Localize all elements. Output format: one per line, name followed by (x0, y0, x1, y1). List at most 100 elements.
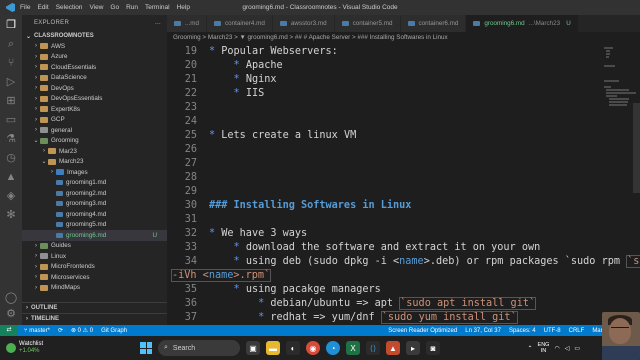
encoding[interactable]: UTF-8 (544, 328, 561, 334)
excel-icon[interactable]: X (346, 341, 360, 355)
menu-edit[interactable]: Edit (37, 4, 48, 11)
tree-item[interactable]: ⌄ Grooming (22, 136, 167, 147)
menu-view[interactable]: View (89, 4, 103, 11)
end-of-line[interactable]: CRLF (569, 328, 585, 334)
cursor-position[interactable]: Ln 37, Col 37 (465, 328, 501, 334)
tree-item[interactable]: › Microservices (22, 272, 167, 283)
file-explorer-icon[interactable]: ▬ (266, 341, 280, 355)
tree-item[interactable]: › general (22, 125, 167, 136)
language-indicator[interactable]: ENG IN (538, 342, 550, 354)
code-line[interactable]: 32 * We have 3 ways (167, 227, 640, 241)
editor-tab[interactable]: grooming6.md ...\March23 U (466, 15, 579, 32)
tree-item[interactable]: grooming5.md (22, 220, 167, 231)
code-line[interactable]: 24 (167, 115, 640, 129)
git-graph-button[interactable]: Git Graph (101, 328, 127, 334)
search-icon[interactable]: ⌕ (4, 37, 18, 51)
code-line[interactable]: 27 (167, 157, 640, 171)
screen-reader-status[interactable]: Screen Reader Optimized (388, 328, 457, 334)
tree-item[interactable]: › DevOpsEssentials (22, 94, 167, 105)
tree-item[interactable]: › Azure (22, 52, 167, 63)
code-line[interactable]: 28 (167, 171, 640, 185)
code-line[interactable]: 37 * redhat => yum/dnf `sudo yum install… (167, 311, 640, 325)
tree-item[interactable]: › MindMaps (22, 283, 167, 294)
explorer-icon[interactable]: ❐ (4, 18, 18, 32)
menu-help[interactable]: Help (177, 4, 190, 11)
editor-tab[interactable]: container6.md (400, 15, 467, 32)
kubernetes-icon[interactable]: ✻ (4, 208, 18, 222)
remote-indicator-icon[interactable]: ⇄ (0, 325, 18, 336)
code-line[interactable]: 35 * using pacakge managers (167, 283, 640, 297)
code-line[interactable]: 22 * IIS (167, 87, 640, 101)
chrome-icon[interactable]: ◉ (306, 341, 320, 355)
code-line[interactable]: 26 (167, 143, 640, 157)
menu-file[interactable]: File (20, 4, 30, 11)
timeline-section[interactable]: › TIMELINE (22, 313, 167, 324)
branch-indicator[interactable]: ⑂ master* (24, 328, 50, 334)
tree-item[interactable]: grooming4.md (22, 209, 167, 220)
watchlist-widget[interactable]: Watchlist +1.04% (0, 341, 100, 355)
manage-gear-icon[interactable]: ⚙ (4, 307, 18, 321)
vscode-taskbar-icon[interactable]: ⟨⟩ (366, 341, 380, 355)
problems-indicator[interactable]: ⊗ 0 ⚠ 0 (71, 327, 93, 334)
battery-icon[interactable]: ▭ (574, 345, 580, 352)
code-line[interactable]: 30 ### Installing Softwares in Linux (167, 199, 640, 213)
terminal-icon[interactable]: ▸ (406, 341, 420, 355)
code-line[interactable]: 33 * download the software and extract i… (167, 241, 640, 255)
code-line[interactable]: 34 * using deb (sudo dpkg -i <name>.deb)… (167, 255, 640, 269)
tree-item[interactable]: › CloudEssentials (22, 62, 167, 73)
remote-explorer-icon[interactable]: ▭ (4, 113, 18, 127)
volume-icon[interactable]: ◁ (565, 345, 570, 352)
menu-run[interactable]: Run (126, 4, 138, 11)
tree-item[interactable]: grooming3.md (22, 199, 167, 210)
tree-item[interactable]: › Linux (22, 251, 167, 262)
tree-item[interactable]: grooming6.md U (22, 230, 167, 241)
code-line[interactable]: 25 * Lets create a linux VM (167, 129, 640, 143)
source-control-icon[interactable]: ⑂ (4, 56, 18, 70)
docker-icon[interactable]: ◈ (4, 189, 18, 203)
tree-item[interactable]: › Guides (22, 241, 167, 252)
tree-item[interactable]: › ExpertK8s (22, 104, 167, 115)
code-line[interactable]: 36 * debian/ubuntu => apt `sudo apt inst… (167, 297, 640, 311)
task-view-icon[interactable]: ▣ (246, 341, 260, 355)
tray-chevron-icon[interactable]: ⌃ (528, 345, 533, 352)
edge-icon[interactable]: ◔ (326, 341, 340, 355)
code-line[interactable]: 31 (167, 213, 640, 227)
code-line[interactable]: 21 * Nginx (167, 73, 640, 87)
indentation[interactable]: Spaces: 4 (509, 328, 536, 334)
code-line[interactable]: 20 * Apache (167, 59, 640, 73)
editor-tab[interactable]: container5.md (334, 15, 401, 32)
tree-item[interactable]: › DevOps (22, 83, 167, 94)
tree-item[interactable]: grooming2.md (22, 188, 167, 199)
editor-tab[interactable]: ...md (167, 15, 207, 32)
tree-item[interactable]: › AWS (22, 41, 167, 52)
tree-item[interactable]: › MicroFrontends (22, 262, 167, 273)
sync-icon[interactable]: ⟳ (58, 327, 63, 334)
testing-icon[interactable]: ⚗ (4, 132, 18, 146)
editor-tab[interactable]: awsstor3.md (272, 15, 335, 32)
menu-go[interactable]: Go (110, 4, 119, 11)
tree-item[interactable]: › Images (22, 167, 167, 178)
more-actions-button[interactable]: ... (155, 20, 161, 26)
run-debug-icon[interactable]: ▷ (4, 75, 18, 89)
code-line-wrap[interactable]: -iVh <name>.rpm` (167, 269, 640, 283)
tree-item[interactable]: › GCP (22, 115, 167, 126)
start-button-icon[interactable] (140, 342, 152, 354)
tree-item[interactable]: grooming1.md (22, 178, 167, 189)
extensions-icon[interactable]: ⊞ (4, 94, 18, 108)
menu-selection[interactable]: Selection (56, 4, 83, 11)
azure-icon[interactable]: ▲ (4, 170, 18, 184)
camera-icon[interactable]: ◙ (426, 341, 440, 355)
code-editor[interactable]: 19 * Popular Webservers: 20 * Apache 21 * N… (167, 43, 640, 325)
tree-item[interactable]: › DataScience (22, 73, 167, 84)
tree-item[interactable]: ⌄ March23 (22, 157, 167, 168)
code-line[interactable]: 23 (167, 101, 640, 115)
wifi-icon[interactable]: ◠ (554, 345, 559, 352)
breadcrumb[interactable]: Grooming > March23 > ▼ grooming6.md > ##… (167, 32, 640, 43)
tree-item[interactable]: › Mar23 (22, 146, 167, 157)
editor-tab[interactable]: container4.md (207, 15, 273, 32)
app-icon[interactable]: ▲ (386, 341, 400, 355)
media-icon[interactable]: ◐ (286, 341, 300, 355)
code-line[interactable]: 19 * Popular Webservers: (167, 45, 640, 59)
git-graph-icon[interactable]: ◷ (4, 151, 18, 165)
taskbar-search[interactable]: ⌕ Search (158, 340, 240, 356)
